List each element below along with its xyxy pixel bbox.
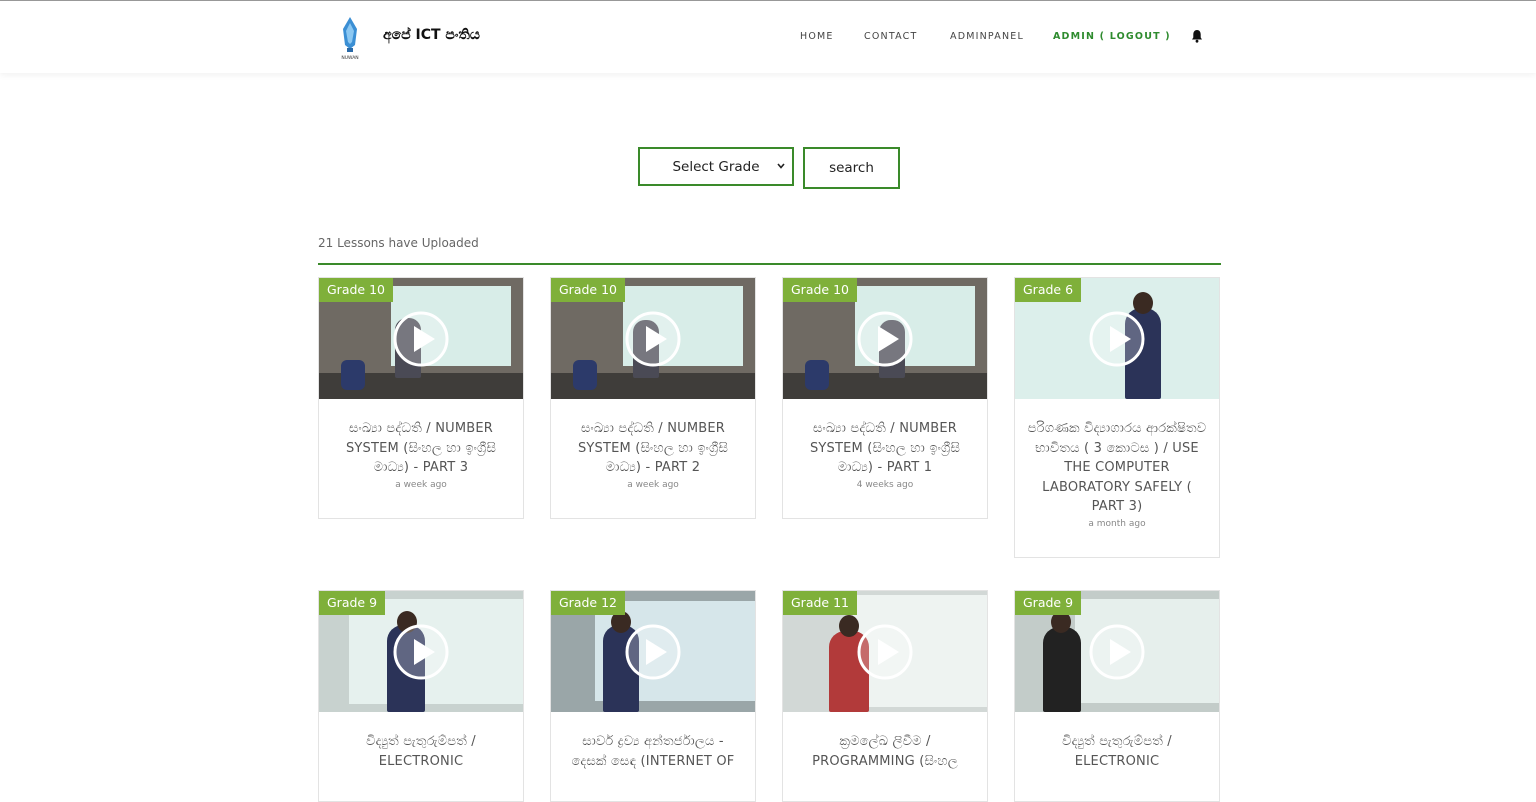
lesson-card[interactable]: Grade 10 සංඛ්‍යා පද්ධති / NUMBER SYSTEM … xyxy=(550,277,756,519)
search-button[interactable]: search xyxy=(803,147,900,189)
lesson-title[interactable]: සාර්ව ද්‍රව්‍ය අන්තර්ජාලය - දෙසක් සෙඳ (I… xyxy=(551,712,755,771)
nuwan-logo[interactable]: NUWAN xyxy=(337,15,363,61)
play-icon[interactable] xyxy=(624,310,682,368)
grade-select-value: Select Grade xyxy=(672,158,760,175)
grade-badge: Grade 6 xyxy=(1015,278,1082,302)
grade-badge: Grade 9 xyxy=(319,591,386,615)
grade-badge: Grade 10 xyxy=(551,278,625,302)
video-thumbnail[interactable]: Grade 6 xyxy=(1015,278,1219,399)
lesson-card[interactable]: Grade 9 විද්‍යුත් පැතුරුම්පත් / ELECTRON… xyxy=(318,590,524,802)
lesson-time xyxy=(783,773,987,801)
nav-contact[interactable]: CONTACT xyxy=(864,31,917,42)
lesson-card[interactable]: Grade 10 සංඛ්‍යා පද්ධති / NUMBER SYSTEM … xyxy=(782,277,988,519)
lesson-title[interactable]: පරිගණක විද්‍යාගාරය ආරක්ෂිතව භාවිතය ( 3 ක… xyxy=(1015,399,1219,517)
lesson-time xyxy=(1015,773,1219,801)
play-icon[interactable] xyxy=(624,623,682,681)
lesson-card[interactable]: Grade 6 පරිගණක විද්‍යාගාරය ආරක්ෂිතව භාවි… xyxy=(1014,277,1220,558)
lesson-count: 21 Lessons have Uploaded xyxy=(318,236,479,250)
lesson-time xyxy=(319,773,523,801)
lesson-time: a week ago xyxy=(395,479,447,490)
video-thumbnail[interactable]: Grade 10 xyxy=(319,278,523,399)
lesson-time: a week ago xyxy=(627,479,679,490)
nav-admin-logout[interactable]: ADMIN ( LOGOUT ) xyxy=(1053,31,1171,42)
lesson-time: 4 weeks ago xyxy=(856,479,914,490)
brand-name[interactable]: අපේ ICT පංතිය xyxy=(383,27,480,43)
video-thumbnail[interactable]: Grade 11 xyxy=(783,591,987,712)
play-icon[interactable] xyxy=(392,310,450,368)
play-icon[interactable] xyxy=(856,623,914,681)
site-header: NUWAN අපේ ICT පංතිය HOME CONTACT ADMINPA… xyxy=(0,1,1536,73)
chevron-down-icon xyxy=(777,163,785,169)
lesson-title[interactable]: විද්‍යුත් පැතුරුම්පත් / ELECTRONIC xyxy=(1015,712,1219,771)
video-thumbnail[interactable]: Grade 9 xyxy=(1015,591,1219,712)
video-thumbnail[interactable]: Grade 10 xyxy=(783,278,987,399)
bell-icon[interactable] xyxy=(1191,29,1203,43)
video-thumbnail[interactable]: Grade 10 xyxy=(551,278,755,399)
grade-badge: Grade 11 xyxy=(783,591,857,615)
lesson-time: a month ago xyxy=(1088,518,1146,529)
play-icon[interactable] xyxy=(1088,310,1146,368)
grade-badge: Grade 10 xyxy=(319,278,393,302)
lesson-title[interactable]: ක්‍රමලේඛ ලිවීම / PROGRAMMING (සිංහල xyxy=(783,712,987,771)
grade-badge: Grade 10 xyxy=(783,278,857,302)
play-icon[interactable] xyxy=(856,310,914,368)
lesson-time xyxy=(551,773,755,801)
grade-select[interactable]: Select Grade xyxy=(638,147,794,186)
lesson-card[interactable]: Grade 12 සාර්ව ද්‍රව්‍ය අන්තර්ජාලය - දෙස… xyxy=(550,590,756,802)
grade-badge: Grade 9 xyxy=(1015,591,1082,615)
logo-caption: NUWAN xyxy=(341,55,358,61)
section-divider xyxy=(318,263,1221,265)
lesson-card[interactable]: Grade 10 සංඛ්‍යා පද්ධති / NUMBER SYSTEM … xyxy=(318,277,524,519)
lesson-card[interactable]: Grade 9 විද්‍යුත් පැතුරුම්පත් / ELECTRON… xyxy=(1014,590,1220,802)
lesson-title[interactable]: සංඛ්‍යා පද්ධති / NUMBER SYSTEM (සිංහල හා… xyxy=(319,399,523,478)
grade-badge: Grade 12 xyxy=(551,591,625,615)
play-icon[interactable] xyxy=(1088,623,1146,681)
lesson-title[interactable]: විද්‍යුත් පැතුරුම්පත් / ELECTRONIC xyxy=(319,712,523,771)
video-thumbnail[interactable]: Grade 9 xyxy=(319,591,523,712)
nav-home[interactable]: HOME xyxy=(800,31,834,42)
video-thumbnail[interactable]: Grade 12 xyxy=(551,591,755,712)
nav-adminpanel[interactable]: ADMINPANEL xyxy=(950,31,1024,42)
lesson-title[interactable]: සංඛ්‍යා පද්ධති / NUMBER SYSTEM (සිංහල හා… xyxy=(551,399,755,478)
play-icon[interactable] xyxy=(392,623,450,681)
lesson-card[interactable]: Grade 11 ක්‍රමලේඛ ලිවීම / PROGRAMMING (ස… xyxy=(782,590,988,802)
lesson-title[interactable]: සංඛ්‍යා පද්ධති / NUMBER SYSTEM (සිංහල හා… xyxy=(783,399,987,478)
